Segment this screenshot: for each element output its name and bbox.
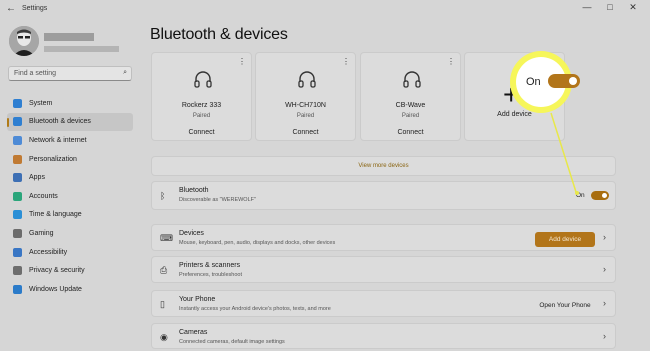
settings-window: ← Settings — □ ✕ Find a setting ⌕ System… <box>0 0 650 351</box>
callout-toggle <box>548 74 580 88</box>
callout-on-label: On <box>526 76 541 88</box>
